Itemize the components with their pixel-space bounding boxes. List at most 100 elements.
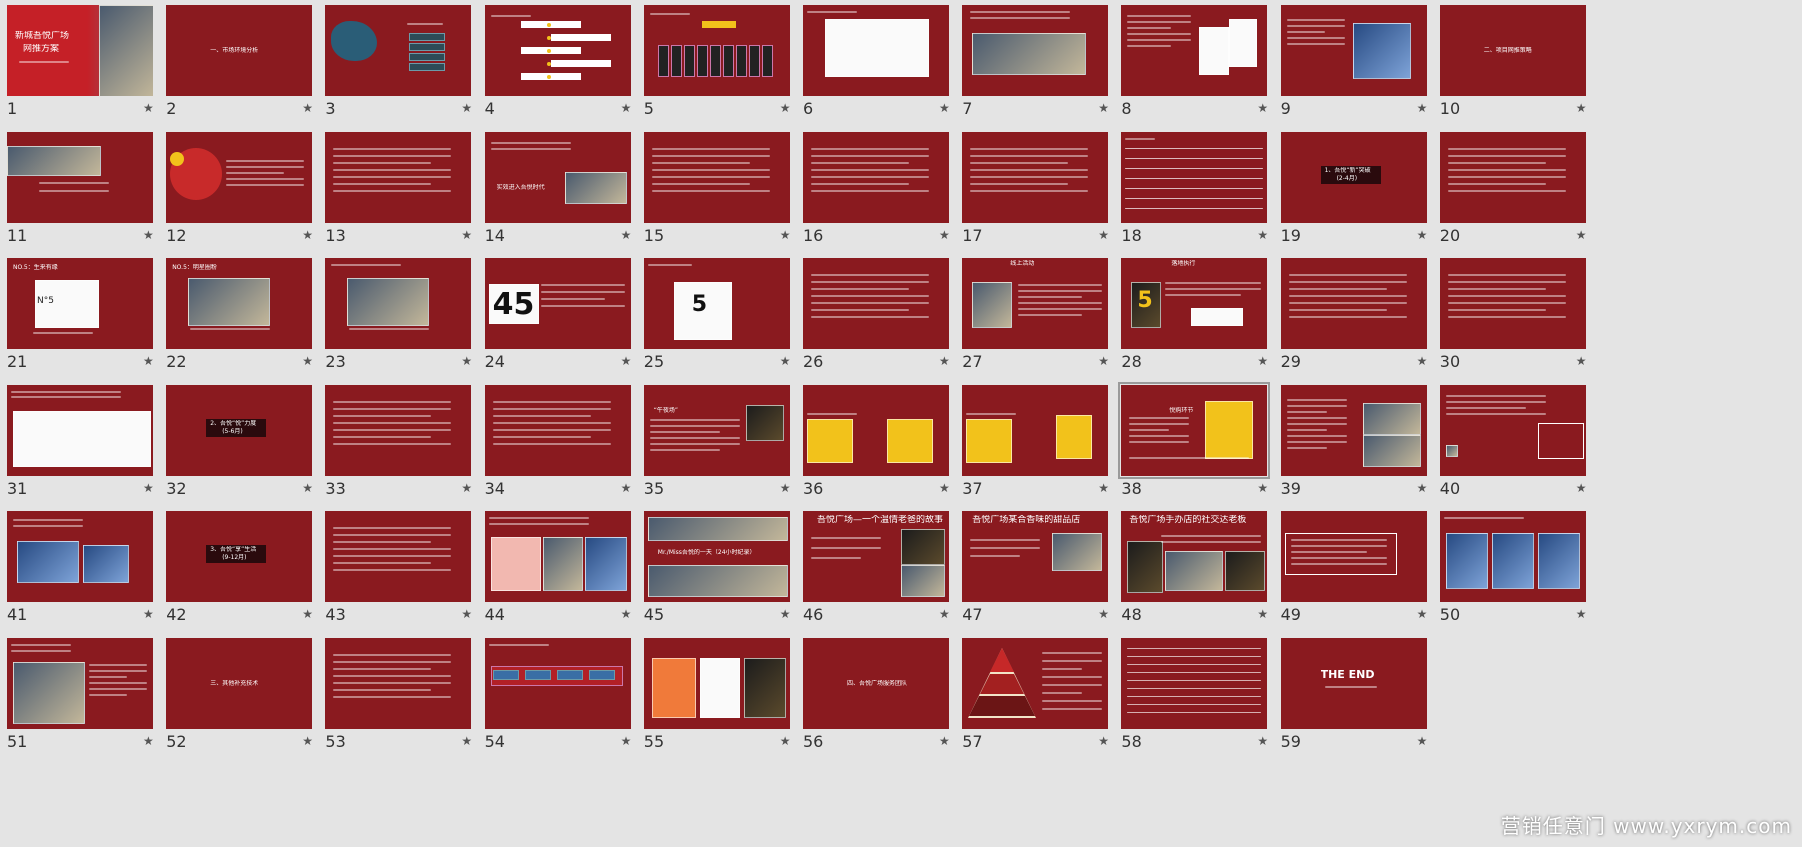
slide-thumbnail[interactable]: 6 ★ xyxy=(799,0,979,145)
star-icon[interactable]: ★ xyxy=(1417,734,1428,748)
slide-preview[interactable]: 3、吾悦“享”生活 (9-12月) xyxy=(166,511,313,603)
star-icon[interactable]: ★ xyxy=(1576,481,1587,495)
star-icon[interactable]: ★ xyxy=(780,101,791,115)
slide-thumbnail[interactable]: 悦购环节 38 ★ xyxy=(1117,380,1297,525)
slide-preview[interactable] xyxy=(7,511,153,603)
slide-thumbnail[interactable]: 7 ★ xyxy=(958,0,1138,145)
slide-preview[interactable]: 落地执行 5 xyxy=(1121,258,1268,350)
slide-thumbnail[interactable]: 落地执行 5 28 ★ xyxy=(1117,253,1297,398)
slide-thumbnail[interactable]: 吾悦广场—一个温情老爸的故事 46 ★ xyxy=(799,506,979,651)
slide-thumbnail[interactable]: 12 ★ xyxy=(162,127,342,272)
slide-thumbnail[interactable]: 9 ★ xyxy=(1277,0,1457,145)
slide-preview[interactable] xyxy=(7,638,153,729)
slide-preview[interactable] xyxy=(803,258,949,350)
star-icon[interactable]: ★ xyxy=(302,228,313,242)
slide-preview[interactable]: 新城吾悦广场 网推方案 xyxy=(7,5,153,96)
slide-thumbnail[interactable]: 58 ★ xyxy=(1117,633,1297,778)
star-icon[interactable]: ★ xyxy=(461,607,472,621)
slide-preview[interactable]: 5 xyxy=(643,258,790,350)
slide-preview[interactable] xyxy=(1121,131,1268,223)
slide-thumbnail[interactable]: THE END 59 ★ xyxy=(1277,633,1457,778)
slide-preview[interactable] xyxy=(962,5,1109,96)
slide-preview[interactable] xyxy=(803,131,949,223)
star-icon[interactable]: ★ xyxy=(1098,734,1109,748)
slide-thumbnail[interactable]: 37 ★ xyxy=(958,380,1138,525)
slide-thumbnail[interactable]: 20 ★ xyxy=(1436,127,1616,272)
slide-preview[interactable] xyxy=(962,131,1109,223)
slide-thumbnail[interactable]: 11 ★ xyxy=(3,127,183,272)
slide-thumbnail[interactable]: 4 ★ xyxy=(481,0,661,145)
slide-preview[interactable] xyxy=(325,638,472,729)
slide-thumbnail[interactable]: 17 ★ xyxy=(958,127,1138,272)
star-icon[interactable]: ★ xyxy=(1417,354,1428,368)
slide-preview[interactable] xyxy=(325,5,472,96)
slide-preview[interactable] xyxy=(1121,5,1268,96)
slide-thumbnail[interactable]: 57 ★ xyxy=(958,633,1138,778)
slide-preview[interactable] xyxy=(1439,511,1586,603)
star-icon[interactable]: ★ xyxy=(621,734,632,748)
slide-thumbnail[interactable]: 26 ★ xyxy=(799,253,979,398)
star-icon[interactable]: ★ xyxy=(1417,228,1428,242)
star-icon[interactable]: ★ xyxy=(1098,354,1109,368)
slide-preview[interactable] xyxy=(803,384,949,476)
slide-preview[interactable] xyxy=(962,638,1109,729)
star-icon[interactable]: ★ xyxy=(1576,354,1587,368)
slide-preview[interactable] xyxy=(166,131,313,223)
slide-preview[interactable]: THE END xyxy=(1280,638,1427,729)
slide-thumbnail[interactable]: 54 ★ xyxy=(481,633,661,778)
star-icon[interactable]: ★ xyxy=(302,734,313,748)
slide-preview[interactable]: 1、吾悦“新”突破 (2-4月) xyxy=(1280,131,1427,223)
slide-preview[interactable]: “午夜场” xyxy=(643,384,790,476)
slide-preview[interactable]: 实效进入吾悦时代 xyxy=(484,131,631,223)
slide-thumbnail[interactable]: 二、项目网推策略 10 ★ xyxy=(1436,0,1616,145)
slide-thumbnail[interactable]: 新城吾悦广场 网推方案 1 ★ xyxy=(3,0,183,145)
slide-thumbnail[interactable]: NO.5：明星圈粉 22 ★ xyxy=(162,253,342,398)
slide-thumbnail[interactable]: 16 ★ xyxy=(799,127,979,272)
slide-thumbnail[interactable]: 34 ★ xyxy=(481,380,661,525)
star-icon[interactable]: ★ xyxy=(461,101,472,115)
slide-thumbnail[interactable]: 41 ★ xyxy=(3,506,183,651)
slide-thumbnail[interactable]: 53 ★ xyxy=(321,633,501,778)
slide-preview[interactable]: Mr./Miss吾悦的一天（24小时纪录） xyxy=(643,511,790,603)
star-icon[interactable]: ★ xyxy=(1576,607,1587,621)
slide-thumbnail[interactable]: 36 ★ xyxy=(799,380,979,525)
slide-preview[interactable]: 吾悦广场手办店的社交达老板 xyxy=(1121,511,1268,603)
slide-thumbnail[interactable]: 30 ★ xyxy=(1436,253,1616,398)
slide-preview[interactable] xyxy=(1439,258,1586,350)
star-icon[interactable]: ★ xyxy=(621,481,632,495)
star-icon[interactable]: ★ xyxy=(1417,101,1428,115)
star-icon[interactable]: ★ xyxy=(780,228,791,242)
slide-preview[interactable] xyxy=(325,258,472,350)
star-icon[interactable]: ★ xyxy=(1098,607,1109,621)
slide-thumbnail[interactable]: 44 ★ xyxy=(481,506,661,651)
slide-preview[interactable] xyxy=(7,131,153,223)
slide-preview[interactable]: NO.5：明星圈粉 xyxy=(166,258,313,350)
star-icon[interactable]: ★ xyxy=(1417,481,1428,495)
slide-thumbnail[interactable]: 45 24 ★ xyxy=(481,253,661,398)
star-icon[interactable]: ★ xyxy=(302,101,313,115)
slide-preview[interactable]: 线上活动 xyxy=(962,258,1109,350)
star-icon[interactable]: ★ xyxy=(1098,101,1109,115)
slide-preview[interactable] xyxy=(643,131,790,223)
star-icon[interactable]: ★ xyxy=(621,354,632,368)
slide-preview[interactable] xyxy=(1280,384,1427,476)
slide-thumbnail[interactable]: 实效进入吾悦时代 14 ★ xyxy=(481,127,661,272)
slide-thumbnail[interactable]: 29 ★ xyxy=(1277,253,1457,398)
slide-thumbnail[interactable]: 3、吾悦“享”生活 (9-12月) 42 ★ xyxy=(162,506,342,651)
slide-thumbnail[interactable]: 49 ★ xyxy=(1277,506,1457,651)
star-icon[interactable]: ★ xyxy=(1098,228,1109,242)
star-icon[interactable]: ★ xyxy=(939,481,950,495)
star-icon[interactable]: ★ xyxy=(1576,228,1587,242)
slide-thumbnail[interactable]: 43 ★ xyxy=(321,506,501,651)
slide-thumbnail[interactable]: 四、吾悦广场服务团队 56 ★ xyxy=(799,633,979,778)
star-icon[interactable]: ★ xyxy=(1257,228,1268,242)
slide-thumbnail[interactable]: 51 ★ xyxy=(3,633,183,778)
slide-preview[interactable] xyxy=(325,131,472,223)
slide-preview[interactable] xyxy=(803,5,949,96)
slide-thumbnail[interactable]: 23 ★ xyxy=(321,253,501,398)
slide-preview[interactable]: 45 xyxy=(484,258,631,350)
slide-thumbnail[interactable]: 50 ★ xyxy=(1436,506,1616,651)
slide-preview[interactable] xyxy=(484,384,631,476)
slide-preview[interactable] xyxy=(643,5,790,96)
star-icon[interactable]: ★ xyxy=(780,354,791,368)
